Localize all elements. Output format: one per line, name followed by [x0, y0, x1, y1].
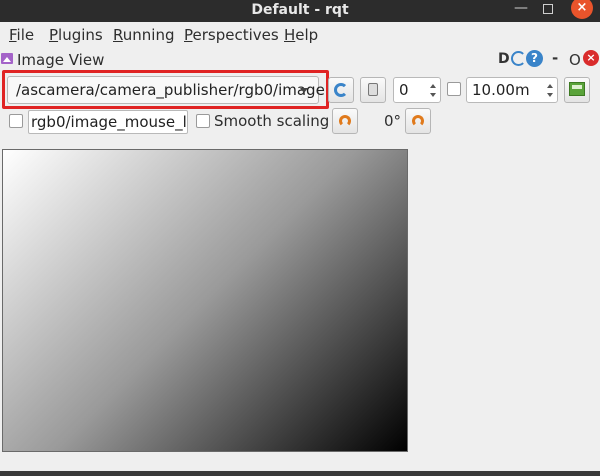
max-range-spinbox[interactable]: 10.00m	[466, 77, 558, 103]
menu-help[interactable]: Help	[284, 26, 318, 44]
topic-highlight-annotation	[2, 70, 329, 109]
help-icon[interactable]: ?	[526, 50, 543, 67]
rotate-right-button[interactable]	[405, 108, 431, 134]
spin-down-icon[interactable]	[547, 93, 553, 97]
menu-perspectives[interactable]: Perspectives	[184, 26, 279, 44]
spin-up-icon[interactable]	[547, 84, 553, 88]
rotate-left-button[interactable]	[332, 108, 358, 134]
plugin-title-bar: Image View D ? - O ×	[0, 48, 600, 70]
image-view-icon	[1, 53, 13, 64]
save-icon	[368, 83, 378, 96]
smooth-scaling-checkbox[interactable]	[196, 114, 210, 128]
bottom-edge	[0, 471, 600, 476]
maximize-icon[interactable]	[543, 4, 553, 14]
spin-up-icon[interactable]	[430, 84, 436, 88]
menu-plugins[interactable]: Plugins	[49, 26, 103, 44]
image-icon	[569, 82, 585, 96]
reload-icon[interactable]	[511, 51, 526, 66]
minimize-plugin-button[interactable]: -	[552, 49, 558, 67]
window-titlebar: Default - rqt — ×	[0, 0, 600, 22]
smooth-scaling-label: Smooth scaling	[214, 112, 330, 130]
menu-running[interactable]: Running	[113, 26, 174, 44]
close-plugin-icon[interactable]: ×	[583, 50, 599, 66]
minimize-icon[interactable]: —	[514, 0, 528, 18]
dynamic-range-checkbox[interactable]	[447, 82, 461, 96]
menu-bar: File Plugins Running Perspectives Help	[0, 22, 600, 48]
window-title: Default - rqt	[251, 2, 349, 18]
image-display[interactable]	[2, 149, 408, 452]
refresh-topics-button[interactable]	[328, 77, 354, 103]
refresh-icon	[334, 83, 348, 97]
plugin-title: Image View	[17, 51, 105, 69]
rotate-left-icon	[339, 115, 351, 127]
rotation-label: 0°	[384, 112, 402, 130]
float-plugin-button[interactable]: O	[569, 51, 581, 69]
smooth-image-button[interactable]	[564, 77, 590, 103]
mouse-topic-field[interactable]: rgb0/image_mouse_left	[28, 110, 188, 134]
rotate-right-icon	[412, 115, 424, 127]
spin-down-icon[interactable]	[430, 93, 436, 97]
publish-mouse-checkbox[interactable]	[9, 114, 23, 128]
value-spinbox[interactable]: 0	[393, 77, 441, 103]
dock-d-button[interactable]: D	[498, 51, 510, 67]
save-image-button[interactable]	[360, 77, 386, 103]
menu-file[interactable]: File	[9, 26, 34, 44]
